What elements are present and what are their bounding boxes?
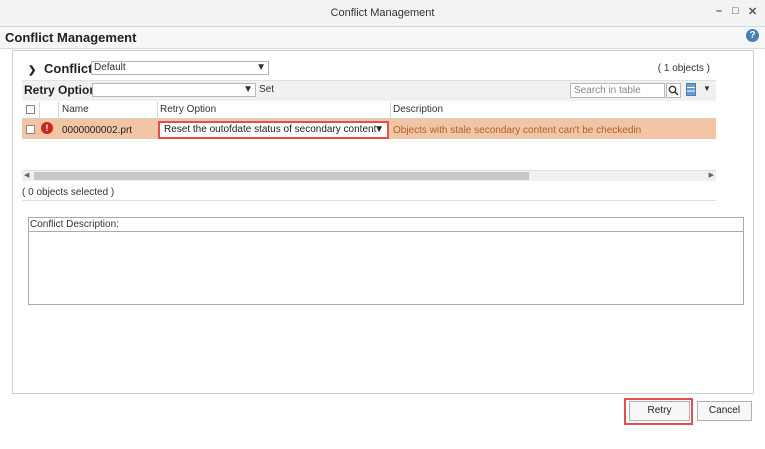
- retry-button[interactable]: Retry: [629, 401, 690, 421]
- conflicts-section-header[interactable]: ❯ Conflicts: [28, 61, 100, 76]
- close-button[interactable]: ✕: [748, 5, 757, 18]
- view-select[interactable]: Default ▼: [91, 61, 269, 75]
- view-select-value: Default: [94, 62, 126, 73]
- retry-option-select[interactable]: ▼: [92, 83, 256, 97]
- retry-option-label: Retry Option: [24, 83, 97, 97]
- help-icon[interactable]: ?: [746, 29, 759, 42]
- set-button[interactable]: Set: [259, 84, 274, 95]
- column-header-name[interactable]: Name: [62, 104, 89, 115]
- selected-count: ( 0 objects selected ): [22, 187, 115, 198]
- row-name: 0000000002.prt: [62, 125, 133, 136]
- object-count: ( 1 objects ): [657, 63, 710, 74]
- chevron-down-icon: ▼: [374, 124, 384, 135]
- scroll-left-icon[interactable]: ◀: [24, 171, 29, 179]
- scrollbar-thumb[interactable]: [34, 172, 529, 180]
- search-icon: [668, 85, 679, 96]
- error-icon: !: [41, 122, 53, 134]
- chevron-down-icon[interactable]: ❯: [28, 65, 36, 76]
- table-header: Name Retry Option Description: [22, 102, 716, 119]
- select-all-checkbox[interactable]: [26, 105, 35, 114]
- search-button[interactable]: [666, 83, 681, 98]
- horizontal-scrollbar[interactable]: ◀ ▶: [22, 170, 716, 181]
- row-retry-option-select[interactable]: Reset the outofdate status of secondary …: [158, 121, 389, 139]
- chevron-down-icon: ▼: [243, 84, 253, 95]
- row-retry-option-value: Reset the outofdate status of secondary …: [164, 124, 377, 135]
- minimize-button[interactable]: –: [716, 5, 722, 17]
- row-checkbox[interactable]: [26, 125, 35, 134]
- row-description: Objects with stale secondary content can…: [393, 125, 642, 136]
- dialog-title: Conflict Management: [5, 30, 137, 45]
- maximize-button[interactable]: □: [732, 5, 739, 17]
- window-title: Conflict Management: [330, 7, 435, 19]
- chevron-down-icon: ▼: [256, 62, 266, 73]
- dialog-header: Conflict Management ?: [0, 27, 765, 49]
- search-input[interactable]: Search in table: [570, 83, 665, 98]
- window-titlebar: Conflict Management – □ ✕: [0, 0, 765, 27]
- conflict-description-label: Conflict Description:: [30, 219, 119, 230]
- column-header-retry-option[interactable]: Retry Option: [160, 104, 216, 115]
- divider: [22, 200, 716, 201]
- divider: [29, 231, 743, 232]
- scroll-right-icon[interactable]: ▶: [709, 171, 714, 179]
- table-view-icon[interactable]: [686, 83, 696, 96]
- column-header-description[interactable]: Description: [393, 104, 443, 115]
- cancel-button[interactable]: Cancel: [697, 401, 752, 421]
- caret-down-icon[interactable]: ▼: [703, 84, 711, 93]
